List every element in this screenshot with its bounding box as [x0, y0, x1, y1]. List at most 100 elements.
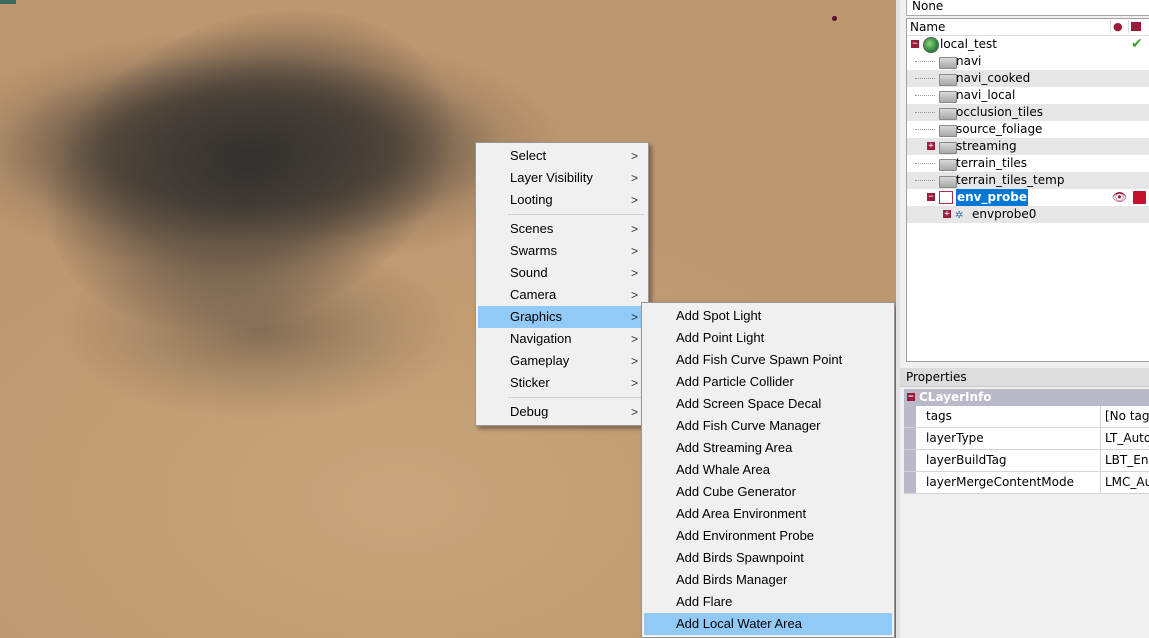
property-category[interactable]: − CLayerInfo — [904, 389, 1149, 406]
collapse-icon[interactable]: − — [927, 193, 935, 202]
menu-item-camera[interactable]: Camera > — [478, 284, 646, 306]
viewport-entity-dot[interactable] — [832, 16, 837, 21]
chevron-right-icon: > — [630, 310, 638, 324]
tree-connector — [915, 95, 935, 97]
menu-item-select[interactable]: Select > — [478, 145, 646, 167]
properties-grid: − CLayerInfo tags [No tag layerType LT_A… — [904, 389, 1149, 494]
tree-row-folder[interactable]: navi_cooked — [907, 70, 1149, 87]
column-header-visibility[interactable]: ● — [1110, 20, 1125, 33]
tree-connector — [915, 61, 935, 63]
tree-row-root[interactable]: − local_test ✔ — [907, 36, 1149, 53]
submenu-item-add-flare[interactable]: Add Flare — [644, 591, 892, 613]
property-name: layerMergeContentMode — [926, 475, 1074, 489]
tree-row-folder[interactable]: terrain_tiles_temp — [907, 172, 1149, 189]
folder-icon — [939, 125, 957, 137]
viewport-corner-marker — [0, 0, 16, 4]
menu-item-navigation[interactable]: Navigation > — [478, 328, 646, 350]
layer-tree[interactable]: Name ● − local_test ✔ navi navi_cooked n… — [906, 18, 1149, 362]
folder-icon — [939, 108, 957, 120]
menu-separator — [508, 214, 644, 215]
submenu-item-add-fish-curve-manager[interactable]: Add Fish Curve Manager — [644, 415, 892, 437]
tree-label: streaming — [956, 139, 1017, 153]
submenu-item-add-local-water-area[interactable]: Add Local Water Area — [644, 613, 892, 635]
tree-row-folder[interactable]: + streaming — [907, 138, 1149, 155]
column-header-lock[interactable] — [1128, 20, 1143, 33]
property-gutter — [904, 450, 916, 471]
tree-label: terrain_tiles — [956, 156, 1028, 170]
property-row[interactable]: tags [No tag — [904, 406, 1149, 428]
chevron-right-icon: > — [630, 266, 638, 280]
tree-row-child[interactable]: + ✲ envprobe0 — [907, 206, 1149, 223]
menu-item-graphics[interactable]: Graphics > — [478, 306, 646, 328]
submenu-item-add-birds-manager[interactable]: Add Birds Manager — [644, 569, 892, 591]
column-header-name[interactable]: Name — [910, 20, 945, 34]
property-value[interactable]: LMC_Au — [1100, 472, 1149, 493]
folder-icon — [939, 159, 957, 171]
submenu-item-add-streaming-area[interactable]: Add Streaming Area — [644, 437, 892, 459]
menu-item-looting[interactable]: Looting > — [478, 189, 646, 211]
chevron-right-icon: > — [630, 376, 638, 390]
submenu-item-add-whale-area[interactable]: Add Whale Area — [644, 459, 892, 481]
property-row[interactable]: layerBuildTag LBT_Env — [904, 450, 1149, 472]
submenu-item-add-screen-space-decal[interactable]: Add Screen Space Decal — [644, 393, 892, 415]
chevron-right-icon: > — [630, 288, 638, 302]
tree-row-folder[interactable]: navi — [907, 53, 1149, 70]
chevron-right-icon: > — [630, 405, 638, 419]
property-value[interactable]: LBT_Env — [1100, 450, 1149, 471]
filter-dropdown[interactable]: None — [906, 0, 1149, 16]
menu-item-scenes[interactable]: Scenes > — [478, 218, 646, 240]
folder-icon — [939, 74, 957, 86]
property-name: tags — [926, 409, 952, 423]
tree-label: terrain_tiles_temp — [956, 173, 1065, 187]
tree-header: Name ● — [907, 19, 1149, 36]
property-row[interactable]: layerMergeContentMode LMC_Au — [904, 472, 1149, 494]
save-icon[interactable] — [1133, 191, 1146, 204]
menu-item-debug[interactable]: Debug > — [478, 401, 646, 423]
tree-row-folder[interactable]: terrain_tiles — [907, 155, 1149, 172]
tree-connector — [915, 180, 935, 182]
tree-connector — [915, 112, 935, 114]
property-gutter — [904, 472, 916, 493]
tree-label: local_test — [940, 37, 998, 51]
property-name: layerType — [926, 431, 984, 445]
context-menu: Select > Layer Visibility > Looting > Scene… — [475, 142, 649, 426]
menu-item-swarms[interactable]: Swarms > — [478, 240, 646, 262]
submenu-item-add-area-environment[interactable]: Add Area Environment — [644, 503, 892, 525]
property-value[interactable]: [No tag — [1100, 406, 1149, 427]
tree-connector — [915, 78, 935, 80]
property-row[interactable]: layerType LT_Auto — [904, 428, 1149, 450]
menu-item-sound[interactable]: Sound > — [478, 262, 646, 284]
checker-icon — [1131, 22, 1141, 31]
menu-item-gameplay[interactable]: Gameplay > — [478, 350, 646, 372]
tree-label: navi — [956, 54, 982, 68]
expand-icon[interactable]: + — [927, 142, 935, 151]
chevron-right-icon: > — [630, 244, 638, 258]
tree-row-folder[interactable]: navi_local — [907, 87, 1149, 104]
property-gutter — [904, 428, 916, 449]
right-panel: None Name ● − local_test ✔ navi navi_coo… — [896, 0, 1149, 638]
folder-icon — [939, 91, 957, 103]
tree-label: env_probe — [956, 189, 1028, 206]
folder-icon — [939, 142, 957, 154]
menu-item-sticker[interactable]: Sticker > — [478, 372, 646, 394]
submenu-item-add-point-light[interactable]: Add Point Light — [644, 327, 892, 349]
category-label: CLayerInfo — [919, 390, 992, 404]
tree-row-folder[interactable]: occlusion_tiles — [907, 104, 1149, 121]
menu-separator — [508, 397, 644, 398]
menu-item-layer-visibility[interactable]: Layer Visibility > — [478, 167, 646, 189]
submenu-item-add-cube-generator[interactable]: Add Cube Generator — [644, 481, 892, 503]
submenu-item-add-fish-curve-spawn-point[interactable]: Add Fish Curve Spawn Point — [644, 349, 892, 371]
eye-icon[interactable]: 👁 — [1112, 189, 1127, 206]
world-icon — [923, 37, 939, 53]
submenu-item-add-environment-probe[interactable]: Add Environment Probe — [644, 525, 892, 547]
tree-row-selected-layer[interactable]: − env_probe 👁 — [907, 189, 1149, 206]
submenu-item-add-particle-collider[interactable]: Add Particle Collider — [644, 371, 892, 393]
submenu-item-add-birds-spawnpoint[interactable]: Add Birds Spawnpoint — [644, 547, 892, 569]
collapse-icon[interactable]: − — [911, 40, 919, 49]
submenu-item-add-spot-light[interactable]: Add Spot Light — [644, 305, 892, 327]
tree-label: navi_local — [956, 88, 1016, 102]
tree-row-folder[interactable]: source_foliage — [907, 121, 1149, 138]
collapse-icon[interactable]: − — [907, 393, 915, 402]
expand-icon[interactable]: + — [943, 210, 951, 219]
property-value[interactable]: LT_Auto — [1100, 428, 1149, 449]
